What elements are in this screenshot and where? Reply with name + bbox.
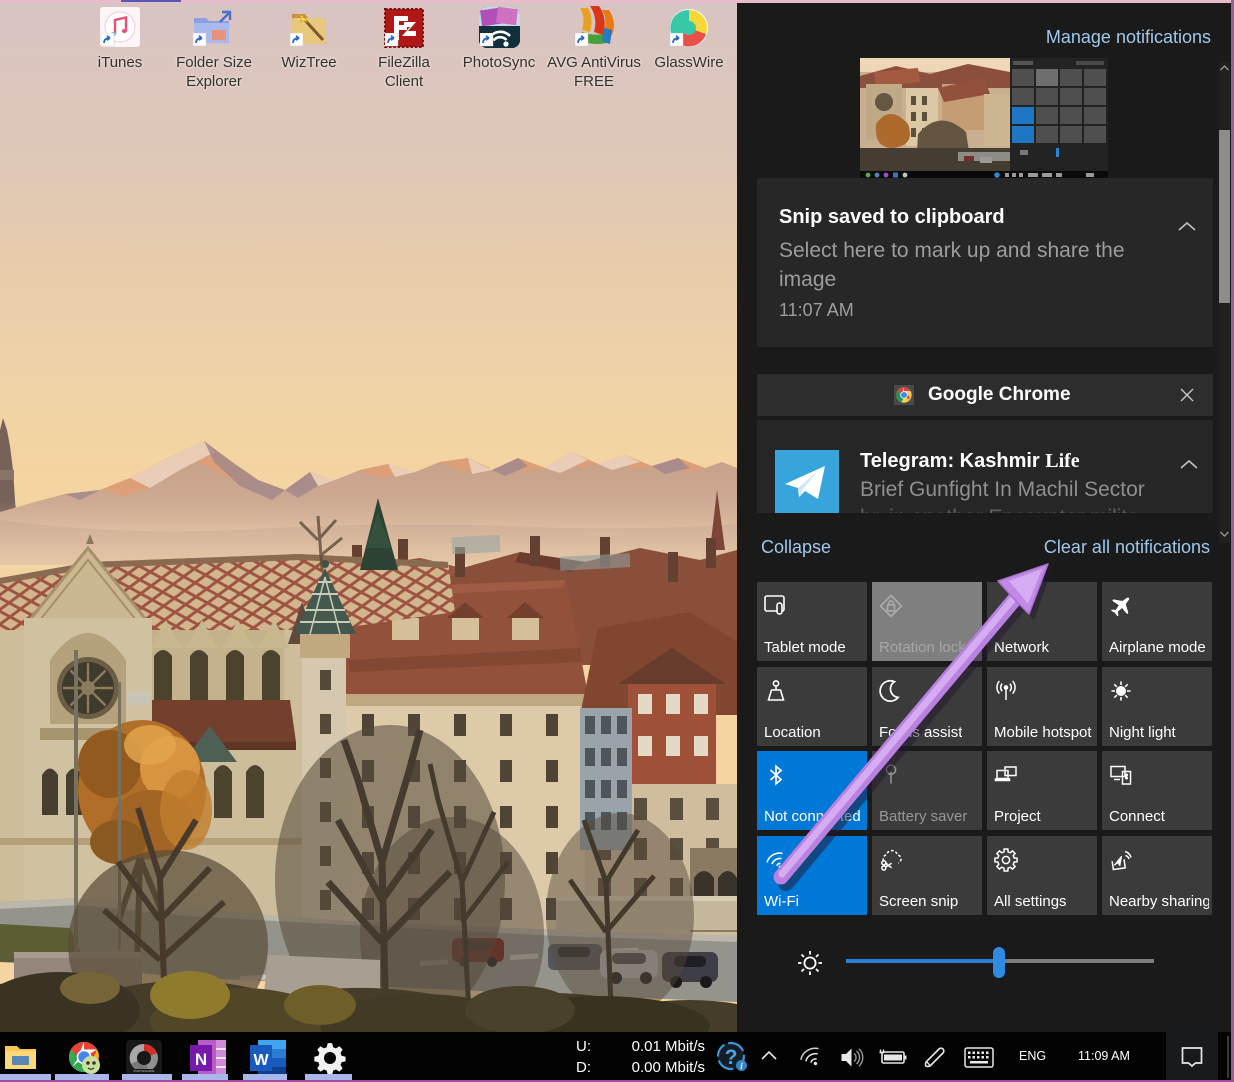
svg-text:W: W <box>253 1052 269 1069</box>
svg-text:N: N <box>195 1050 207 1069</box>
svg-text:?: ? <box>725 1046 738 1069</box>
svg-text:PHOTOSCAPE: PHOTOSCAPE <box>134 1069 155 1073</box>
